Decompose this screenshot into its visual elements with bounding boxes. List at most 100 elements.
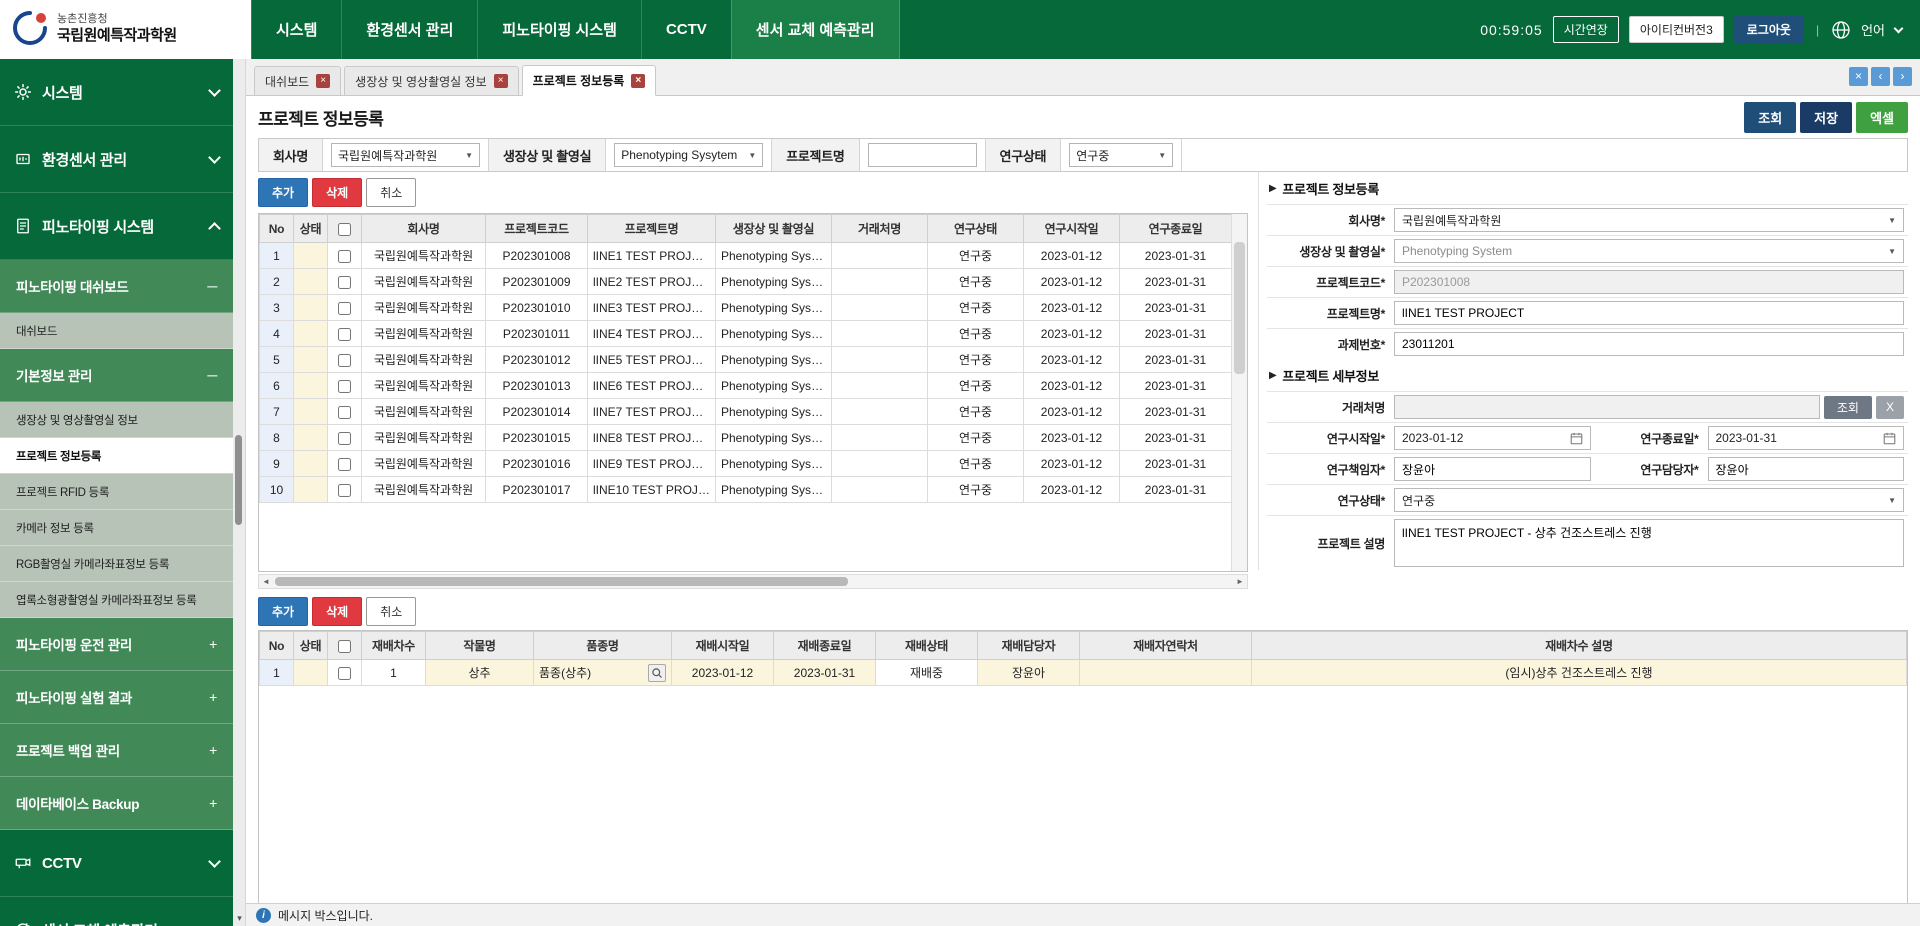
start-date-input[interactable]: 2023-01-12: [1394, 426, 1591, 450]
client-search-button[interactable]: 조회: [1824, 396, 1872, 419]
table-row[interactable]: 9국립원예특작과학원P202301016lINE9 TEST PROJECTPh…: [260, 451, 1232, 477]
client-clear-button[interactable]: X: [1876, 396, 1904, 419]
end-date-input[interactable]: 2023-01-31: [1708, 426, 1905, 450]
row-checkbox[interactable]: [338, 458, 351, 471]
leader-input[interactable]: [1394, 457, 1591, 481]
task-no-input[interactable]: [1394, 332, 1904, 356]
row-checkbox[interactable]: [338, 380, 351, 393]
delete-button[interactable]: 삭제: [312, 178, 362, 207]
project-name-filter-input[interactable]: [868, 143, 977, 167]
tab-close-icon[interactable]: ×: [316, 74, 330, 88]
sidebar-item-leaf[interactable]: 생장상 및 영상촬영실 정보: [0, 402, 233, 438]
chevron-down-icon[interactable]: [1894, 23, 1904, 33]
row-checkbox[interactable]: [338, 250, 351, 263]
table-row[interactable]: 4국립원예특작과학원P202301011lINE4 TEST PROJECTPh…: [260, 321, 1232, 347]
sidebar-item-top[interactable]: CCTV: [0, 830, 233, 897]
scrollbar-thumb[interactable]: [275, 577, 848, 586]
table-row[interactable]: 7국립원예특작과학원P202301014lINE7 TEST PROJECTPh…: [260, 399, 1232, 425]
company-filter-select[interactable]: 국립원예특작과학원▼: [331, 143, 480, 167]
page-vertical-scrollbar[interactable]: ▾: [233, 59, 246, 926]
tab-prev-button[interactable]: ‹: [1871, 67, 1890, 86]
variety-search-button[interactable]: [648, 664, 666, 682]
cancel-button[interactable]: 취소: [366, 178, 416, 207]
table-row[interactable]: 11상추품종(상추)2023-01-122023-01-31재배중장윤아(임시)…: [260, 660, 1907, 686]
row-checkbox[interactable]: [338, 484, 351, 497]
company-select[interactable]: 국립원예특작과학원▼: [1394, 208, 1904, 232]
chamber-select[interactable]: Phenotyping System▼: [1394, 239, 1904, 263]
table-row[interactable]: 6국립원예특작과학원P202301013lINE6 TEST PROJECTPh…: [260, 373, 1232, 399]
status-filter-select[interactable]: 연구중▼: [1069, 143, 1173, 167]
scrollbar-thumb[interactable]: [235, 435, 242, 525]
sidebar-item-top[interactable]: 센서 교체 예측관리: [0, 897, 233, 926]
sidebar-item-top[interactable]: 피노타이핑 시스템: [0, 193, 233, 260]
select-all-checkbox[interactable]: [338, 640, 351, 653]
table-row[interactable]: 1국립원예특작과학원P202301008lINE1 TEST PROJECTPh…: [260, 243, 1232, 269]
table-row[interactable]: 10국립원예특작과학원P202301017lINE10 TEST PROJECT…: [260, 477, 1232, 503]
top-nav-item[interactable]: 센서 교체 예측관리: [731, 0, 900, 59]
row-checkbox[interactable]: [338, 667, 351, 680]
tab[interactable]: 대쉬보드×: [254, 66, 341, 95]
top-nav-item[interactable]: CCTV: [641, 0, 731, 59]
tab-next-button[interactable]: ›: [1893, 67, 1912, 86]
top-nav-item[interactable]: 환경센서 관리: [341, 0, 477, 59]
sidebar-group[interactable]: 피노타이핑 실험 결과+: [0, 671, 233, 724]
account-button[interactable]: 아이티컨버전3: [1629, 16, 1724, 43]
add-button[interactable]: 추가: [258, 597, 308, 626]
row-checkbox[interactable]: [338, 302, 351, 315]
sidebar-item-leaf[interactable]: 엽록소형광촬영실 카메라좌표정보 등록: [0, 582, 233, 618]
tab-close-icon[interactable]: ×: [494, 74, 508, 88]
globe-icon[interactable]: [1831, 20, 1851, 40]
manager-input[interactable]: [1708, 457, 1905, 481]
row-checkbox[interactable]: [338, 328, 351, 341]
sidebar-item-leaf[interactable]: RGB촬영실 카메라좌표정보 등록: [0, 546, 233, 582]
tab-close-icon[interactable]: ×: [631, 74, 645, 88]
logo[interactable]: 농촌진흥청 국립원예특작과학원: [0, 0, 251, 59]
scrollbar-thumb[interactable]: [1234, 242, 1245, 374]
table-row[interactable]: 3국립원예특작과학원P202301010lINE3 TEST PROJECTPh…: [260, 295, 1232, 321]
tab[interactable]: 생장상 및 영상촬영실 정보×: [344, 66, 518, 95]
calendar-icon[interactable]: [1570, 432, 1583, 445]
sidebar-item-leaf[interactable]: 프로젝트 RFID 등록: [0, 474, 233, 510]
scroll-right-arrow-icon[interactable]: ►: [1233, 575, 1247, 588]
sidebar-item-leaf[interactable]: 대쉬보드: [0, 313, 233, 349]
row-checkbox[interactable]: [338, 406, 351, 419]
sidebar-group[interactable]: 기본정보 관리─: [0, 349, 233, 402]
save-button[interactable]: 저장: [1800, 102, 1852, 133]
row-checkbox[interactable]: [338, 354, 351, 367]
table-row[interactable]: 2국립원예특작과학원P202301009lINE2 TEST PROJECTPh…: [260, 269, 1232, 295]
scroll-down-arrow-icon[interactable]: ▾: [233, 913, 246, 923]
tab[interactable]: 프로젝트 정보등록×: [522, 65, 657, 96]
add-button[interactable]: 추가: [258, 178, 308, 207]
status-select[interactable]: 연구중▼: [1394, 488, 1904, 512]
sidebar-group[interactable]: 피노타이핑 운전 관리+: [0, 618, 233, 671]
sidebar-item-top[interactable]: 환경센서 관리: [0, 126, 233, 193]
chamber-filter-select[interactable]: Phenotyping Sysytem▼: [614, 143, 763, 167]
table-row[interactable]: 5국립원예특작과학원P202301012lINE5 TEST PROJECTPh…: [260, 347, 1232, 373]
top-nav-item[interactable]: 피노타이핑 시스템: [477, 0, 641, 59]
language-label[interactable]: 언어: [1861, 20, 1885, 39]
sidebar-group[interactable]: 데이타베이스 Backup+: [0, 777, 233, 830]
description-textarea[interactable]: lINE1 TEST PROJECT - 상추 건조스트레스 진행: [1394, 519, 1904, 567]
delete-button[interactable]: 삭제: [312, 597, 362, 626]
top-nav-item[interactable]: 시스템: [251, 0, 341, 59]
table-row[interactable]: 8국립원예특작과학원P202301015lINE8 TEST PROJECTPh…: [260, 425, 1232, 451]
row-checkbox[interactable]: [338, 276, 351, 289]
project-name-input[interactable]: [1394, 301, 1904, 325]
row-checkbox[interactable]: [338, 432, 351, 445]
logout-button[interactable]: 로그아웃: [1734, 16, 1804, 43]
search-button[interactable]: 조회: [1744, 102, 1796, 133]
sidebar-item-leaf[interactable]: 카메라 정보 등록: [0, 510, 233, 546]
calendar-icon[interactable]: [1883, 432, 1896, 445]
grid-horizontal-scrollbar[interactable]: ◄ ►: [258, 574, 1248, 589]
cancel-button[interactable]: 취소: [366, 597, 416, 626]
grid-vertical-scrollbar[interactable]: [1231, 214, 1247, 571]
sidebar-item-leaf[interactable]: 프로젝트 정보등록: [0, 438, 233, 474]
extend-time-button[interactable]: 시간연장: [1553, 16, 1619, 43]
sidebar-group[interactable]: 피노타이핑 대쉬보드─: [0, 260, 233, 313]
scroll-left-arrow-icon[interactable]: ◄: [259, 575, 273, 588]
excel-button[interactable]: 엑셀: [1856, 102, 1908, 133]
sidebar-item-top[interactable]: 시스템: [0, 59, 233, 126]
sidebar-group[interactable]: 프로젝트 백업 관리+: [0, 724, 233, 777]
tab-close-all-button[interactable]: ×: [1849, 67, 1868, 86]
select-all-checkbox[interactable]: [338, 223, 351, 236]
